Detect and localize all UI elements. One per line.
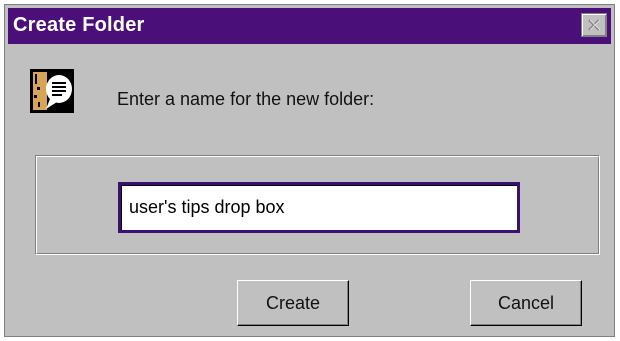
folder-name-input[interactable]: [118, 182, 520, 233]
folder-speech-icon: [30, 69, 74, 113]
folder-name-prompt: Enter a name for the new folder:: [117, 89, 375, 109]
close-button[interactable]: [581, 13, 607, 37]
create-button[interactable]: Create: [237, 280, 349, 326]
window-title: Create Folder: [13, 14, 145, 36]
close-icon: [588, 19, 601, 31]
cancel-button[interactable]: Cancel: [470, 280, 582, 326]
title-bar[interactable]: Create Folder: [8, 8, 611, 44]
create-folder-dialog: Create Folder Enter a name for the new f…: [4, 4, 615, 337]
